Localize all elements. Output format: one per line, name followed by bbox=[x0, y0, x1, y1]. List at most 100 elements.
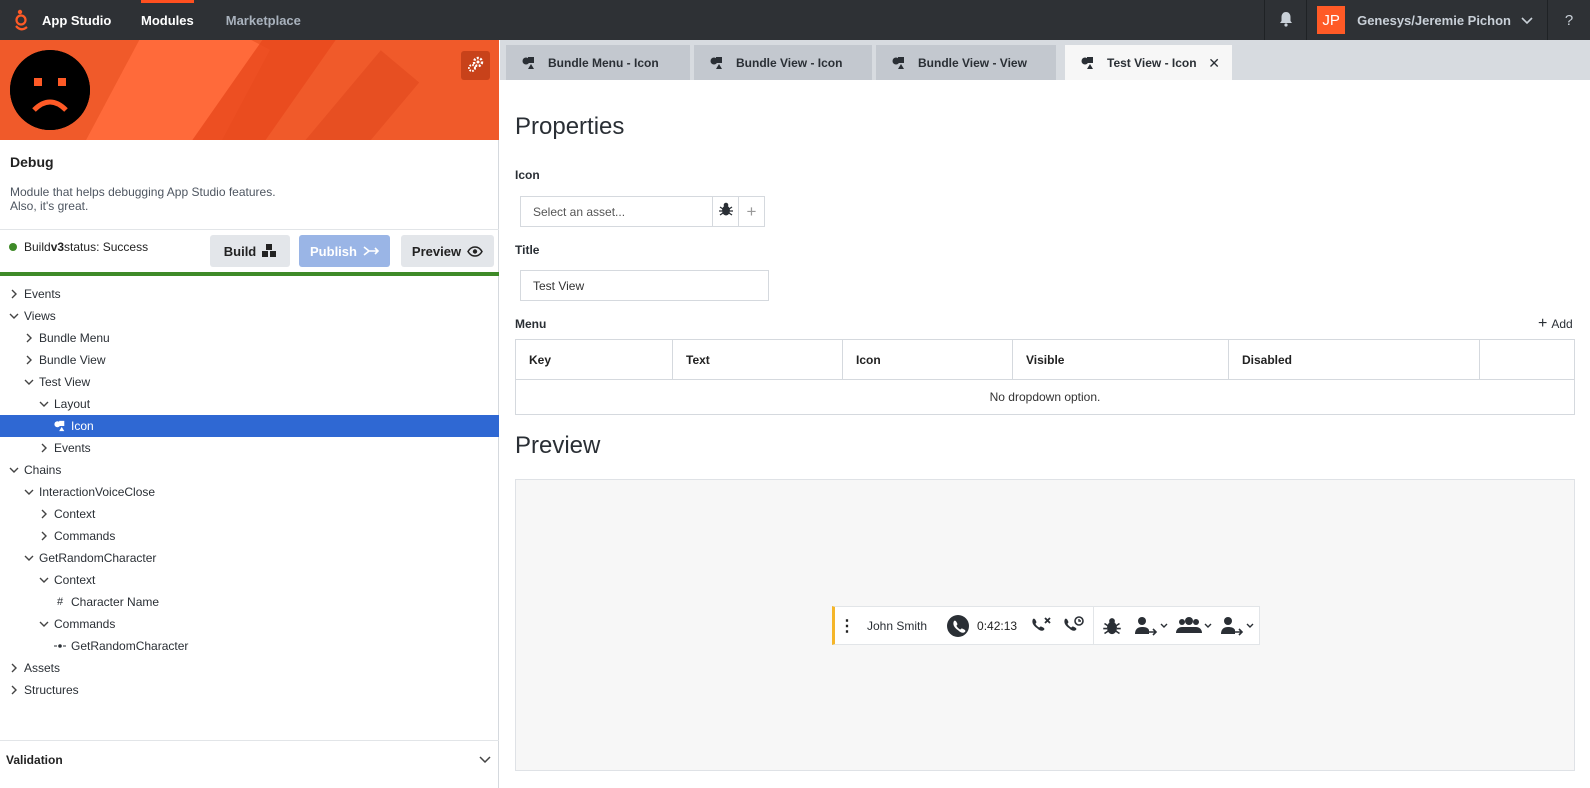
tree-item-label: Character Name bbox=[71, 595, 160, 609]
end-call-icon[interactable] bbox=[1031, 616, 1053, 636]
blocks-icon bbox=[262, 244, 277, 258]
tab-test-view-icon[interactable]: Test View - Icon ✕ bbox=[1065, 45, 1232, 80]
asset-picker[interactable]: Select an asset... + bbox=[520, 196, 765, 227]
tree-item[interactable]: Layout bbox=[0, 393, 499, 415]
description-line: Also, it's great. bbox=[10, 199, 89, 213]
tree-item-label: Chains bbox=[24, 463, 62, 477]
user-name: Genesys/Jeremie Pichon bbox=[1357, 12, 1511, 28]
chevron-right-icon[interactable] bbox=[9, 685, 19, 695]
column-header-key: Key bbox=[516, 340, 673, 379]
plus-icon: + bbox=[1538, 315, 1548, 332]
preview-button-label: Preview bbox=[411, 243, 462, 259]
chevron-down-icon[interactable] bbox=[39, 399, 49, 409]
tree-item-label: Layout bbox=[54, 397, 91, 411]
title-input[interactable]: Test View bbox=[520, 270, 769, 301]
chevron-right-icon[interactable] bbox=[24, 333, 34, 343]
toolbar-divider bbox=[1093, 606, 1095, 645]
tab-bundle-view-view[interactable]: Bundle View - View bbox=[876, 45, 1056, 80]
tree-item[interactable]: Views bbox=[0, 305, 499, 327]
chevron-down-icon[interactable] bbox=[24, 487, 34, 497]
bug-icon[interactable] bbox=[1102, 616, 1122, 636]
module-panel: Debug Module that helps debugging App St… bbox=[0, 40, 499, 788]
tree-item[interactable]: InteractionVoiceClose bbox=[0, 481, 499, 503]
tree-item[interactable]: Bundle Menu bbox=[0, 327, 499, 349]
help-button[interactable]: ? bbox=[1548, 0, 1590, 40]
preview-button[interactable]: Preview bbox=[401, 235, 494, 267]
validation-label: Validation bbox=[6, 752, 63, 767]
publish-button[interactable]: Publish bbox=[299, 235, 390, 267]
tree-item[interactable]: Events bbox=[0, 437, 499, 459]
phone-icon bbox=[947, 614, 970, 637]
add-asset-button[interactable]: + bbox=[738, 197, 764, 226]
tree-item-label: Test View bbox=[39, 375, 91, 389]
chevron-down-icon[interactable] bbox=[9, 311, 19, 321]
tree-item[interactable]: Test View bbox=[0, 371, 499, 393]
kebab-menu-icon[interactable]: ⋮ bbox=[835, 616, 859, 636]
tab-label: Test View - Icon bbox=[1107, 55, 1197, 70]
chevron-down-icon[interactable] bbox=[24, 377, 34, 387]
tree-item[interactable]: # Character Name bbox=[0, 591, 499, 613]
hold-call-icon[interactable] bbox=[1063, 615, 1085, 636]
conference-icon[interactable] bbox=[1176, 616, 1212, 636]
chevron-down-icon[interactable] bbox=[39, 619, 49, 629]
tree-item[interactable]: Structures bbox=[0, 679, 499, 701]
tree-item[interactable]: Events bbox=[0, 283, 499, 305]
tree-item-label: Events bbox=[24, 287, 61, 301]
chevron-right-icon[interactable] bbox=[39, 443, 49, 453]
user-menu[interactable]: JP Genesys/Jeremie Pichon bbox=[1306, 0, 1548, 40]
tree-item[interactable]: GetRandomCharacter bbox=[0, 635, 499, 657]
shapes-icon bbox=[1081, 56, 1095, 70]
add-menu-option-button[interactable]: + Add bbox=[1538, 315, 1573, 333]
nav-modules[interactable]: Modules bbox=[125, 0, 210, 40]
bell-icon bbox=[1279, 11, 1293, 30]
notifications-button[interactable] bbox=[1264, 0, 1306, 40]
nav-marketplace[interactable]: Marketplace bbox=[210, 0, 317, 40]
tree-item-label: Views bbox=[24, 309, 56, 323]
build-progress-bar bbox=[0, 272, 499, 276]
tree-item[interactable]: Context bbox=[0, 503, 499, 525]
status-suffix: status: Success bbox=[64, 240, 149, 254]
status-prefix: Build bbox=[24, 240, 51, 254]
column-header-disabled: Disabled bbox=[1229, 340, 1480, 379]
tree-item[interactable]: Commands bbox=[0, 525, 499, 547]
tree-item-label: Bundle View bbox=[39, 353, 106, 367]
tree-item-label: Structures bbox=[24, 683, 79, 697]
tree-item[interactable]: Assets bbox=[0, 657, 499, 679]
brand[interactable]: App Studio bbox=[0, 0, 125, 40]
genesys-logo-icon bbox=[12, 8, 32, 32]
tree-item[interactable]: Icon bbox=[0, 415, 499, 437]
tree-item[interactable]: Commands bbox=[0, 613, 499, 635]
build-button[interactable]: Build bbox=[210, 235, 290, 267]
chevron-right-icon[interactable] bbox=[24, 355, 34, 365]
transfer-icon[interactable] bbox=[1134, 616, 1168, 636]
tab-bundle-menu-icon[interactable]: Bundle Menu - Icon bbox=[506, 45, 690, 80]
tab-bundle-view-icon[interactable]: Bundle View - Icon bbox=[694, 45, 872, 80]
properties-heading: Properties bbox=[515, 113, 625, 140]
app-name: App Studio bbox=[42, 12, 112, 28]
tree-item-label: GetRandomCharacter bbox=[39, 551, 157, 565]
chevron-down-icon bbox=[1521, 13, 1533, 28]
tree-item[interactable]: GetRandomCharacter bbox=[0, 547, 499, 569]
tab-label: Bundle Menu - Icon bbox=[548, 55, 659, 70]
module-settings-button[interactable] bbox=[461, 51, 490, 80]
chevron-right-icon[interactable] bbox=[39, 531, 49, 541]
publish-button-label: Publish bbox=[310, 243, 357, 259]
tree-item[interactable]: Bundle View bbox=[0, 349, 499, 371]
chevron-down-icon[interactable] bbox=[9, 465, 19, 475]
chevron-down-icon[interactable] bbox=[24, 553, 34, 563]
asset-input[interactable]: Select an asset... bbox=[521, 197, 712, 226]
menu-field-label: Menu bbox=[515, 317, 547, 331]
chevron-right-icon[interactable] bbox=[9, 289, 19, 299]
top-bar: App Studio Modules Marketplace JP Genesy… bbox=[0, 0, 1590, 40]
shapes-icon bbox=[54, 420, 66, 432]
chevron-right-icon[interactable] bbox=[39, 509, 49, 519]
add-label: Add bbox=[1551, 317, 1573, 331]
chevron-down-icon[interactable] bbox=[39, 575, 49, 585]
tree-item[interactable]: Context bbox=[0, 569, 499, 591]
close-icon[interactable]: ✕ bbox=[1208, 55, 1220, 72]
tree-item[interactable]: Chains bbox=[0, 459, 499, 481]
validation-section[interactable]: Validation bbox=[0, 740, 499, 778]
consult-transfer-icon[interactable] bbox=[1220, 616, 1254, 636]
chevron-right-icon[interactable] bbox=[9, 663, 19, 673]
